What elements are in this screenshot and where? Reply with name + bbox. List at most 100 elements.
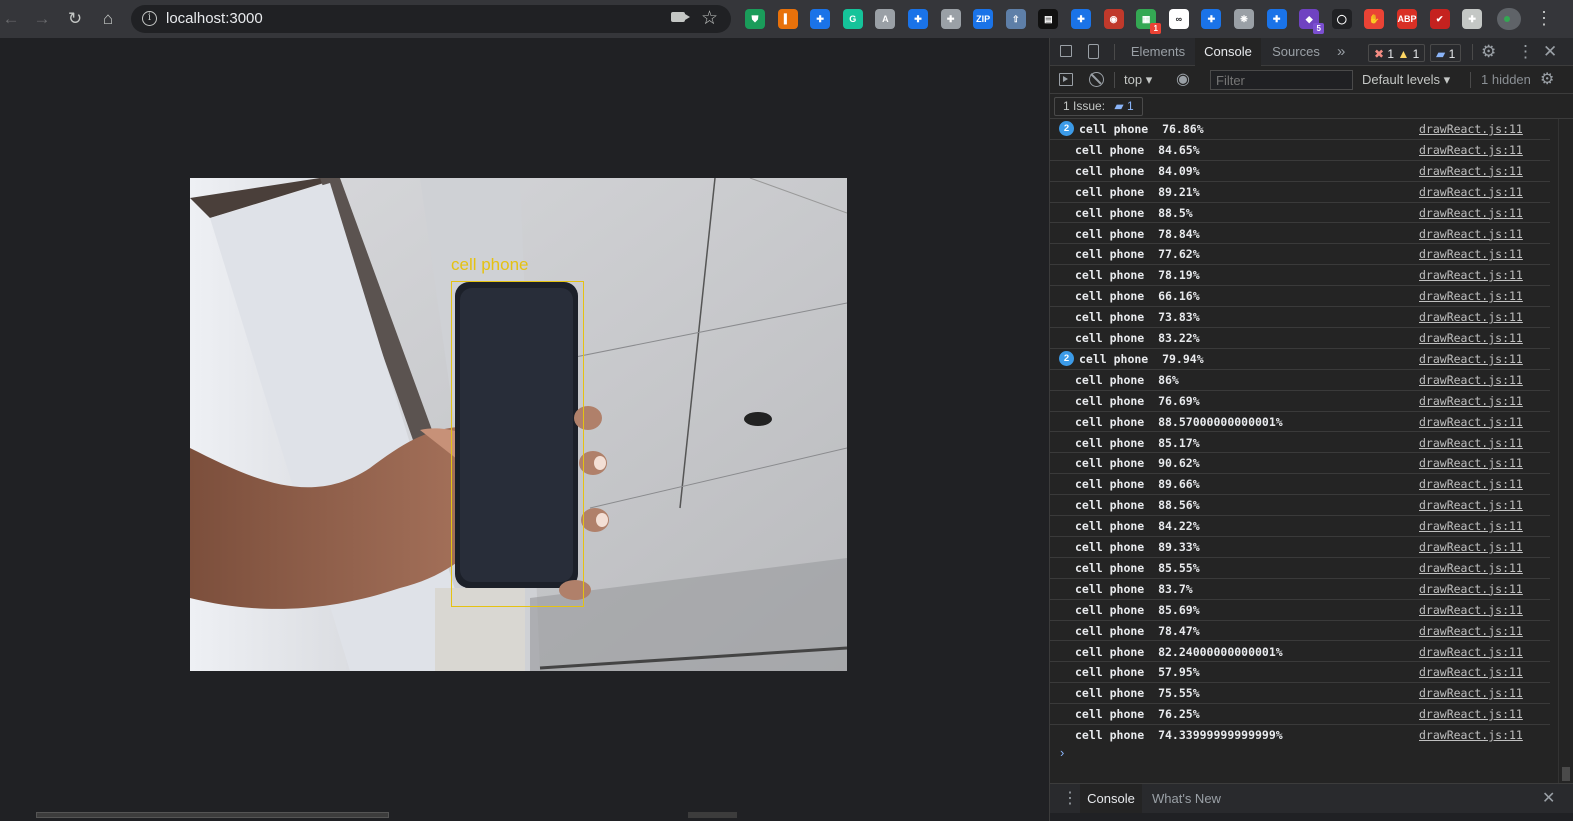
address-bar[interactable]: i localhost:3000 ☆ bbox=[131, 5, 731, 33]
clear-console-icon[interactable] bbox=[1089, 72, 1104, 87]
source-link[interactable]: drawReact.js:11 bbox=[1419, 519, 1523, 533]
puzzle-extension-icon[interactable]: ✚ bbox=[940, 9, 961, 29]
message-icon: ▰ bbox=[1436, 47, 1446, 61]
messages-counter[interactable]: ▰ 1 bbox=[1430, 44, 1462, 62]
bookmark-star-icon[interactable]: ☆ bbox=[701, 7, 718, 30]
site-info-icon[interactable]: i bbox=[142, 11, 157, 26]
arrow-circle-extension-icon[interactable]: A bbox=[875, 9, 896, 29]
source-link[interactable]: drawReact.js:11 bbox=[1419, 728, 1523, 742]
source-link[interactable]: drawReact.js:11 bbox=[1419, 164, 1523, 178]
vertical-scrollbar[interactable] bbox=[1558, 119, 1573, 783]
drawer-tab-console[interactable]: Console bbox=[1080, 784, 1142, 814]
close-icon[interactable]: ✕ bbox=[1542, 784, 1555, 814]
browser-menu-icon[interactable]: ⋮ bbox=[1535, 8, 1553, 28]
filter-input[interactable] bbox=[1210, 70, 1353, 90]
scrollbar-thumb-secondary[interactable] bbox=[688, 812, 737, 818]
reload-icon[interactable]: ↻ bbox=[64, 8, 86, 30]
devtools-menu-icon[interactable]: ⋮ bbox=[1517, 38, 1534, 66]
profile-avatar[interactable] bbox=[1497, 8, 1521, 30]
horizontal-scrollbar[interactable] bbox=[0, 811, 1049, 821]
source-link[interactable]: drawReact.js:11 bbox=[1419, 310, 1523, 324]
source-link[interactable]: drawReact.js:11 bbox=[1419, 561, 1523, 575]
scrollbar-thumb[interactable] bbox=[36, 812, 389, 818]
source-link[interactable]: drawReact.js:11 bbox=[1419, 122, 1523, 136]
hidden-messages-count: 1 hidden bbox=[1481, 72, 1531, 87]
home-icon[interactable]: ⌂ bbox=[97, 8, 119, 30]
source-link[interactable]: drawReact.js:11 bbox=[1419, 415, 1523, 429]
source-link[interactable]: drawReact.js:11 bbox=[1419, 373, 1523, 387]
analytics-extension-icon[interactable]: ▍ bbox=[777, 9, 798, 29]
tab-elements[interactable]: Elements bbox=[1125, 38, 1191, 66]
source-link[interactable]: drawReact.js:11 bbox=[1419, 352, 1523, 366]
glasses-extension-icon[interactable]: ◉ bbox=[1103, 9, 1124, 29]
red-tool-extension-icon[interactable]: ✔ bbox=[1429, 9, 1450, 29]
source-link[interactable]: drawReact.js:11 bbox=[1419, 456, 1523, 470]
dark-box-extension-icon[interactable]: ▤ bbox=[1038, 9, 1059, 29]
source-link[interactable]: drawReact.js:11 bbox=[1419, 582, 1523, 596]
console-message-text: cell phone 66.16% bbox=[1075, 289, 1200, 304]
console-settings-gear-icon[interactable]: ⚙ bbox=[1540, 66, 1554, 94]
source-link[interactable]: drawReact.js:11 bbox=[1419, 436, 1523, 450]
puzzle-extension-icon[interactable]: ✚ bbox=[1071, 9, 1091, 29]
close-icon[interactable]: ✕ bbox=[1543, 38, 1557, 66]
puzzle-extension-icon[interactable]: ✚ bbox=[1266, 9, 1287, 29]
source-link[interactable]: drawReact.js:11 bbox=[1419, 394, 1523, 408]
source-link[interactable]: drawReact.js:11 bbox=[1419, 665, 1523, 679]
circle-extension-icon[interactable]: ◯ bbox=[1331, 9, 1352, 29]
context-select[interactable]: top ▾ bbox=[1124, 66, 1152, 94]
source-link[interactable]: drawReact.js:11 bbox=[1419, 331, 1523, 345]
issues-button[interactable]: 1 Issue: ▰ 1 bbox=[1054, 97, 1143, 116]
source-link[interactable]: drawReact.js:11 bbox=[1419, 603, 1523, 617]
camera-in-use-icon[interactable] bbox=[671, 12, 690, 22]
upload-extension-icon[interactable]: ⇧ bbox=[1005, 9, 1026, 29]
console-prompt-icon[interactable]: › bbox=[1060, 745, 1064, 760]
inspect-element-icon[interactable] bbox=[1060, 38, 1074, 57]
adblock-plus-icon[interactable]: ABP bbox=[1397, 9, 1417, 29]
drawer-tab-whats-new[interactable]: What's New bbox=[1152, 784, 1221, 814]
openai-extension-icon[interactable]: ❋ bbox=[1234, 9, 1254, 29]
back-arrow-icon[interactable]: ← bbox=[0, 8, 22, 30]
source-link[interactable]: drawReact.js:11 bbox=[1419, 477, 1523, 491]
zip-extension-icon[interactable]: ZIP bbox=[973, 9, 994, 29]
grammarly-icon[interactable]: G bbox=[842, 9, 863, 29]
source-link[interactable]: drawReact.js:11 bbox=[1419, 227, 1523, 241]
reader-extension-icon[interactable]: ∞ bbox=[1168, 9, 1189, 29]
drawer-menu-icon[interactable]: ⋮ bbox=[1062, 784, 1078, 814]
sidebar-toggle-icon[interactable] bbox=[1059, 73, 1073, 86]
extension-badge: 1 bbox=[1150, 23, 1162, 34]
tab-console[interactable]: Console bbox=[1195, 38, 1261, 66]
source-link[interactable]: drawReact.js:11 bbox=[1419, 247, 1523, 261]
source-link[interactable]: drawReact.js:11 bbox=[1419, 289, 1523, 303]
source-link[interactable]: drawReact.js:11 bbox=[1419, 645, 1523, 659]
red-hand-extension-icon[interactable]: ✋ bbox=[1364, 9, 1385, 29]
console-message-text: cell phone 76.86% bbox=[1079, 122, 1204, 136]
puzzle-extension-icon[interactable]: ✚ bbox=[1201, 9, 1222, 29]
settings-gear-icon[interactable]: ⚙ bbox=[1481, 38, 1496, 66]
extensions-puzzle-icon[interactable]: ✚ bbox=[1462, 9, 1483, 29]
source-link[interactable]: drawReact.js:11 bbox=[1419, 498, 1523, 512]
more-tabs-icon[interactable]: » bbox=[1337, 38, 1345, 66]
puzzle-extension-icon[interactable]: ✚ bbox=[908, 9, 928, 29]
source-link[interactable]: drawReact.js:11 bbox=[1419, 624, 1523, 638]
ghostery-shield-icon[interactable]: ⛊ bbox=[745, 9, 765, 29]
puzzle-extension-icon[interactable]: ✚ bbox=[810, 9, 831, 29]
source-link[interactable]: drawReact.js:11 bbox=[1419, 707, 1523, 721]
source-link[interactable]: drawReact.js:11 bbox=[1419, 185, 1523, 199]
source-link[interactable]: drawReact.js:11 bbox=[1419, 206, 1523, 220]
console-log-row: cell phone 76.25% drawReact.js:11 bbox=[1050, 704, 1550, 726]
console-log-row: cell phone 85.17% drawReact.js:11 bbox=[1050, 433, 1550, 454]
source-link[interactable]: drawReact.js:11 bbox=[1419, 540, 1523, 554]
forward-arrow-icon[interactable]: → bbox=[31, 8, 53, 30]
console-log-row: cell phone 84.65% drawReact.js:11 bbox=[1050, 140, 1550, 161]
purple-extension-icon[interactable]: ◆ 5 bbox=[1299, 9, 1325, 34]
tab-sources[interactable]: Sources bbox=[1263, 38, 1329, 66]
log-levels-dropdown[interactable]: Default levels ▾ bbox=[1362, 66, 1450, 94]
calendar-extension-icon[interactable]: ▦ 1 bbox=[1136, 9, 1162, 34]
error-warning-counter[interactable]: ✖ 1 ▲ 1 bbox=[1368, 44, 1426, 62]
source-link[interactable]: drawReact.js:11 bbox=[1419, 268, 1523, 282]
live-expression-eye-icon[interactable]: ◉ bbox=[1176, 66, 1190, 94]
scrollbar-thumb[interactable] bbox=[1562, 767, 1570, 781]
source-link[interactable]: drawReact.js:11 bbox=[1419, 143, 1523, 157]
url-text[interactable]: localhost:3000 bbox=[166, 10, 263, 27]
source-link[interactable]: drawReact.js:11 bbox=[1419, 686, 1523, 700]
